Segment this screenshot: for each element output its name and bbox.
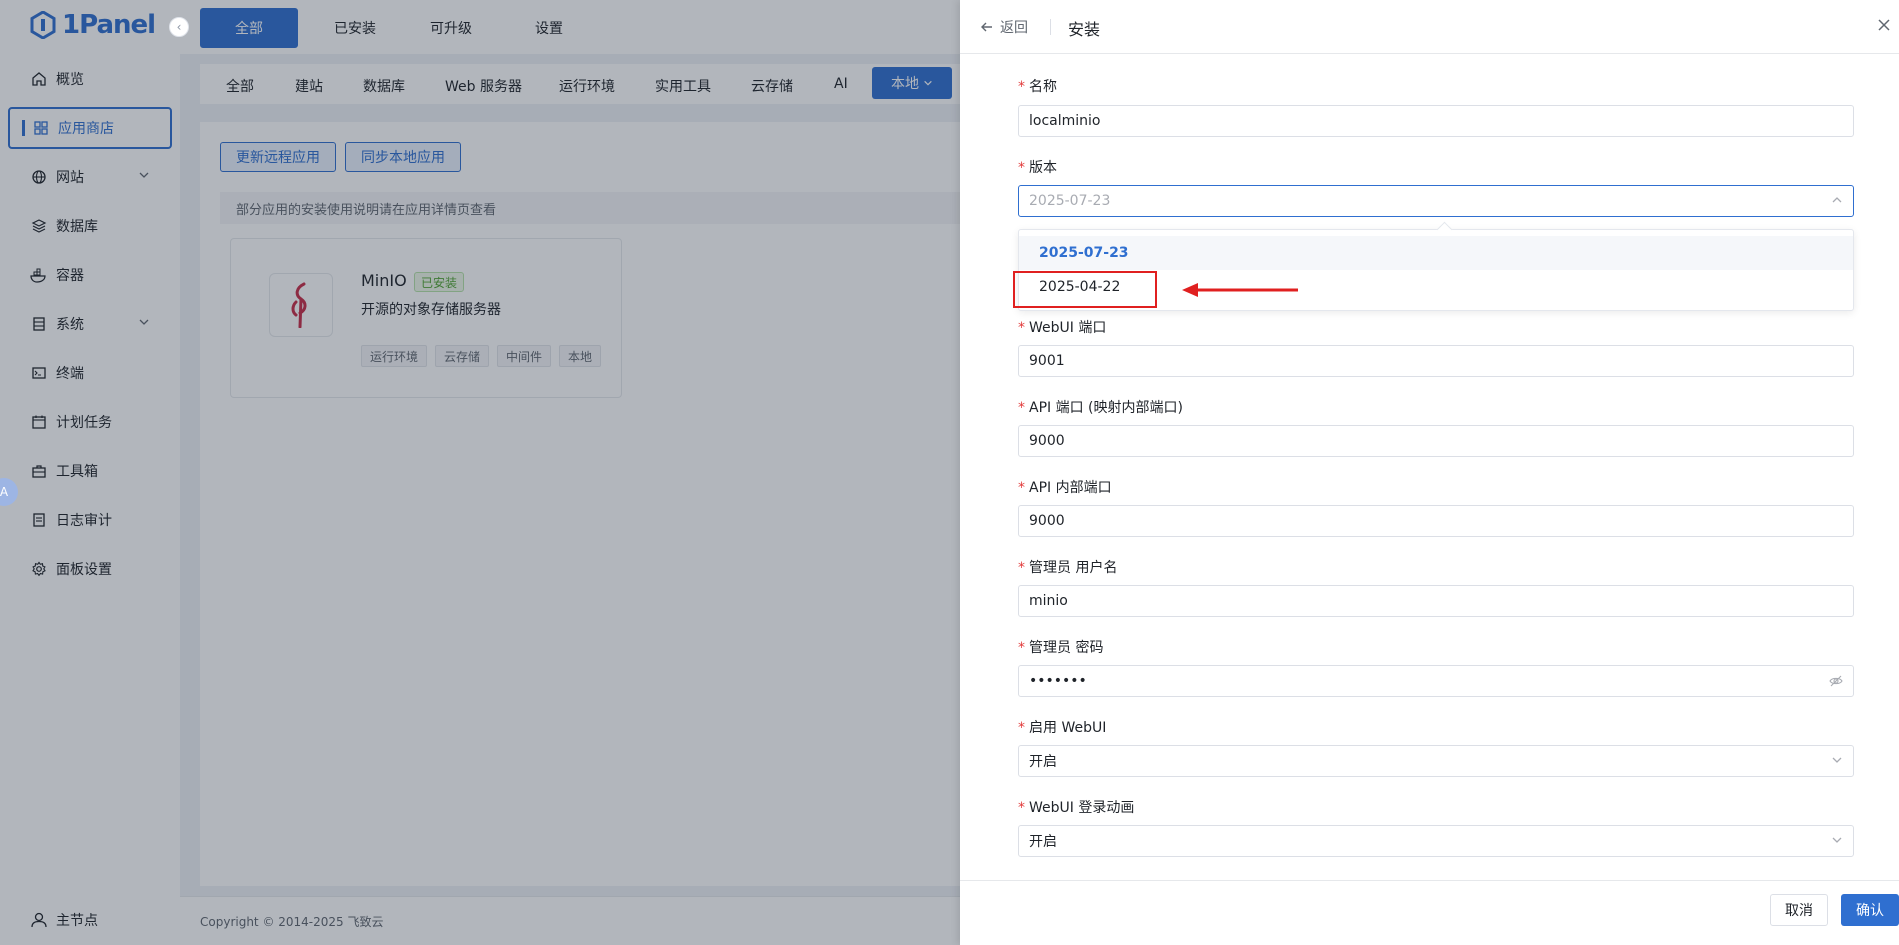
admin-password-label: * 管理员 密码 (1018, 640, 1104, 656)
arrow-left-icon (981, 22, 992, 32)
enable-webui-select[interactable]: 开启 (1018, 745, 1854, 777)
sidebar-collapse-button[interactable]: ‹ (169, 17, 189, 37)
version-placeholder: 2025-07-23 (1029, 193, 1111, 209)
version-label: * 版本 (1018, 160, 1057, 176)
chevron-left-icon: ‹ (176, 20, 182, 34)
close-icon (1878, 19, 1890, 31)
webui-animation-select[interactable]: 开启 (1018, 825, 1854, 857)
webui-animation-label: * WebUI 登录动画 (1018, 800, 1135, 816)
chevron-down-icon (1831, 834, 1843, 850)
admin-password-input[interactable]: ••••••• (1018, 665, 1854, 697)
name-label: * 名称 (1018, 79, 1057, 95)
confirm-button[interactable]: 确认 (1841, 894, 1899, 926)
webui-port-input[interactable]: 9001 (1018, 345, 1854, 377)
api-port-label: * API 端口 (映射内部端口) (1018, 400, 1183, 416)
chevron-up-icon (1831, 194, 1843, 210)
drawer-header: 返回 安装 (960, 0, 1899, 54)
drawer-footer: 取消 确认 (960, 880, 1899, 945)
modal-overlay[interactable] (0, 0, 960, 945)
admin-user-input[interactable]: minio (1018, 585, 1854, 617)
admin-user-label: * 管理员 用户名 (1018, 560, 1118, 576)
chevron-down-icon (1831, 754, 1843, 770)
back-label: 返回 (1000, 20, 1028, 36)
api-internal-port-input[interactable]: 9000 (1018, 505, 1854, 537)
drawer-title: 安装 (1068, 20, 1101, 39)
enable-webui-label: * 启用 WebUI (1018, 720, 1107, 736)
back-button[interactable]: 返回 (980, 17, 1028, 37)
header-divider (1050, 19, 1051, 35)
close-button[interactable] (1877, 18, 1891, 36)
install-drawer: 返回 安装 * 名称 localminio * 版本 2025-07-23 2025… (960, 0, 1899, 945)
cancel-button[interactable]: 取消 (1770, 894, 1828, 926)
webui-port-label: * WebUI 端口 (1018, 320, 1107, 336)
api-port-input[interactable]: 9000 (1018, 425, 1854, 457)
annotation-highlight-box (1013, 271, 1157, 308)
version-option[interactable]: 2025-07-23 (1019, 236, 1853, 270)
version-select[interactable]: 2025-07-23 (1018, 185, 1854, 217)
annotation-arrow-icon (1182, 283, 1298, 297)
eye-off-icon[interactable] (1829, 674, 1843, 692)
name-input[interactable]: localminio (1018, 105, 1854, 137)
api-internal-port-label: * API 内部端口 (1018, 480, 1112, 496)
